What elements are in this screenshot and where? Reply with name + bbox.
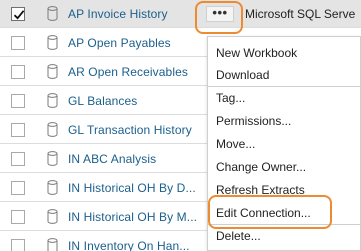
more-actions-button[interactable]: •••: [206, 6, 234, 22]
menu-divider: [208, 224, 361, 225]
row-checkbox[interactable]: [11, 94, 25, 108]
menu-item-delete[interactable]: Delete...: [216, 229, 261, 243]
database-icon: [47, 209, 58, 224]
menu-item-tag[interactable]: Tag...: [216, 91, 245, 105]
data-source-name-link[interactable]: IN Historical OH By M...: [68, 210, 197, 224]
data-source-name-link[interactable]: AP Invoice History: [68, 7, 168, 21]
data-source-name-link[interactable]: AP Open Payables: [68, 36, 171, 50]
data-sources-list: AP Invoice History ••• Microsoft SQL Ser…: [0, 0, 361, 251]
database-icon: [47, 64, 58, 79]
database-icon: [47, 35, 58, 50]
row-checkbox[interactable]: [11, 210, 25, 224]
data-source-name-link[interactable]: GL Transaction History: [68, 123, 192, 137]
table-row[interactable]: AP Invoice History ••• Microsoft SQL Ser…: [0, 0, 361, 28]
checkmark-icon: [13, 10, 25, 20]
menu-item-permissions[interactable]: Permissions...: [216, 114, 291, 128]
database-icon: [47, 6, 58, 21]
menu-item-new-workbook[interactable]: New Workbook: [216, 46, 297, 60]
database-icon: [47, 180, 58, 195]
row-checkbox[interactable]: [11, 7, 25, 21]
data-source-name-link[interactable]: AR Open Receivables: [68, 65, 188, 79]
menu-item-download[interactable]: Download: [216, 68, 269, 82]
data-source-name-link[interactable]: IN ABC Analysis: [68, 152, 156, 166]
context-menu: New Workbook Download Tag... Permissions…: [207, 36, 361, 251]
row-checkbox[interactable]: [11, 36, 25, 50]
data-source-name-link[interactable]: GL Balances: [68, 94, 137, 108]
row-checkbox[interactable]: [11, 65, 25, 79]
row-checkbox[interactable]: [11, 123, 25, 137]
menu-divider: [208, 86, 361, 87]
menu-item-change-owner[interactable]: Change Owner...: [216, 160, 306, 174]
database-icon: [47, 238, 58, 251]
menu-item-refresh-extracts[interactable]: Refresh Extracts: [216, 183, 305, 197]
row-checkbox[interactable]: [11, 239, 25, 251]
menu-item-edit-connection[interactable]: Edit Connection...: [216, 206, 311, 220]
database-icon: [47, 122, 58, 137]
database-icon: [47, 151, 58, 166]
database-icon: [47, 93, 58, 108]
data-source-name-link[interactable]: IN Historical OH By D...: [68, 181, 196, 195]
data-source-name-link[interactable]: IN Inventory On Han...: [68, 239, 190, 251]
connection-type: Microsoft SQL Serve: [245, 7, 356, 21]
row-checkbox[interactable]: [11, 152, 25, 166]
row-checkbox[interactable]: [11, 181, 25, 195]
menu-item-move[interactable]: Move...: [216, 137, 255, 151]
